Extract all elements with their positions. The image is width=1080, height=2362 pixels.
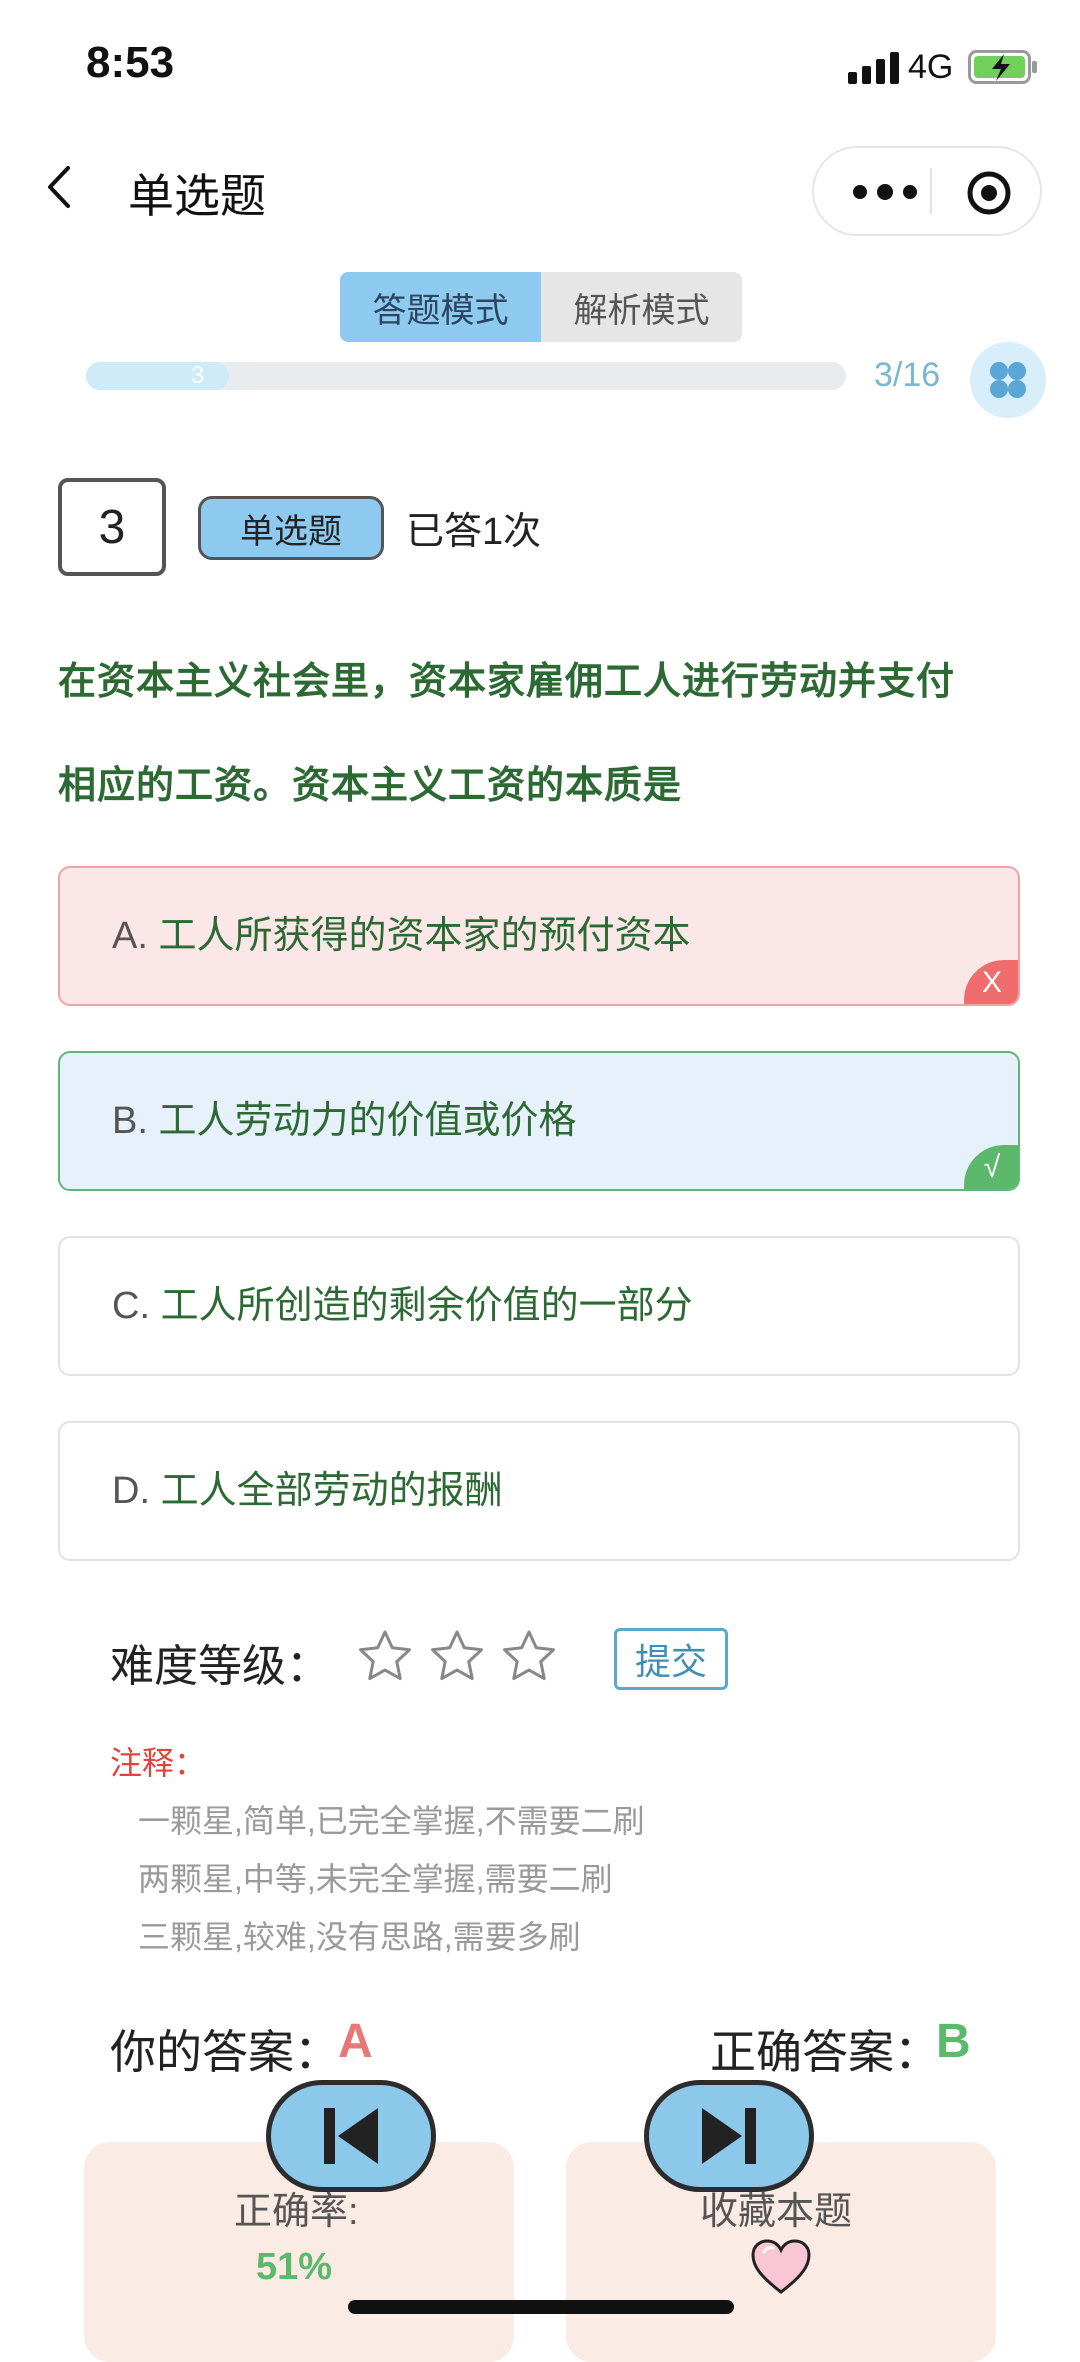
correct-answer-label: 正确答案： bbox=[710, 2026, 940, 2078]
option-text: 工人劳动力的价值或价格 bbox=[158, 1100, 577, 1142]
note-line: 一颗星,简单,已完全掌握,不需要二刷 bbox=[138, 1803, 645, 1839]
progress-count: 3/16 bbox=[874, 356, 941, 394]
question-number: 3 bbox=[58, 478, 166, 576]
question-type-badge: 单选题 bbox=[198, 496, 384, 560]
note-line: 三颗星,较难,没有思路,需要多刷 bbox=[138, 1919, 581, 1955]
option-c[interactable]: C. 工人所创造的剩余价值的一部分 bbox=[58, 1236, 1020, 1376]
your-answer-label: 你的答案： bbox=[110, 2026, 340, 2078]
accuracy-value: 51% bbox=[256, 2246, 333, 2288]
progress-fill bbox=[86, 362, 229, 390]
option-label: D. 工人全部劳动的报酬 bbox=[112, 1423, 503, 1559]
previous-question-button[interactable] bbox=[266, 2080, 436, 2192]
star-icon[interactable] bbox=[356, 1628, 414, 1686]
heart-icon[interactable] bbox=[750, 2238, 812, 2296]
option-text: 工人所创造的剩余价值的一部分 bbox=[160, 1285, 693, 1327]
note-line: 两颗星,中等,未完全掌握,需要二刷 bbox=[138, 1861, 613, 1897]
option-label: B. 工人劳动力的价值或价格 bbox=[112, 1053, 576, 1189]
next-question-button[interactable] bbox=[644, 2080, 814, 2192]
option-d[interactable]: D. 工人全部劳动的报酬 bbox=[58, 1421, 1020, 1561]
question-grid-button[interactable] bbox=[970, 342, 1046, 418]
skip-forward-icon bbox=[702, 2108, 756, 2164]
star-icon[interactable] bbox=[500, 1628, 558, 1686]
option-letter: A. bbox=[112, 915, 148, 957]
page-title: 单选题 bbox=[128, 170, 266, 222]
difficulty-label: 难度等级： bbox=[110, 1642, 330, 1691]
question-text: 在资本主义社会里，资本家雇佣工人进行劳动并支付 相应的工资。资本主义工资的本质是 bbox=[58, 630, 1018, 838]
close-target-icon[interactable] bbox=[966, 170, 1012, 216]
question-text-line: 相应的工资。资本主义工资的本质是 bbox=[58, 765, 683, 807]
miniprogram-capsule bbox=[812, 146, 1042, 236]
note-title: 注释： bbox=[110, 1745, 207, 1781]
option-a[interactable]: A. 工人所获得的资本家的预付资本 X bbox=[58, 866, 1020, 1006]
star-icon[interactable] bbox=[428, 1628, 486, 1686]
battery-charging-icon bbox=[968, 50, 1037, 84]
grid-icon bbox=[990, 362, 1026, 398]
home-indicator[interactable] bbox=[348, 2300, 734, 2314]
signal-icon bbox=[848, 52, 899, 84]
option-letter: B. bbox=[112, 1100, 148, 1142]
correct-answer-value: B bbox=[936, 2015, 971, 2068]
option-letter: D. bbox=[112, 1470, 150, 1512]
tab-answer-mode[interactable]: 答题模式 bbox=[340, 272, 541, 342]
capsule-divider bbox=[930, 168, 932, 214]
progress-bar: 3 bbox=[86, 362, 846, 390]
option-b[interactable]: B. 工人劳动力的价值或价格 √ bbox=[58, 1051, 1020, 1191]
progress-current: 3 bbox=[191, 362, 205, 389]
check-mark-icon: √ bbox=[964, 1145, 1018, 1189]
option-label: A. 工人所获得的资本家的预付资本 bbox=[112, 868, 690, 1004]
option-label: C. 工人所创造的剩余价值的一部分 bbox=[112, 1238, 693, 1374]
mode-switch: 答题模式 解析模式 bbox=[340, 272, 742, 342]
back-chevron-icon[interactable] bbox=[44, 162, 74, 212]
submit-button[interactable]: 提交 bbox=[614, 1628, 728, 1690]
your-answer-value: A bbox=[338, 2015, 373, 2068]
status-time: 8:53 bbox=[86, 38, 175, 87]
more-dots-icon[interactable] bbox=[850, 174, 920, 210]
tab-analysis-mode[interactable]: 解析模式 bbox=[541, 272, 742, 342]
wrong-mark-icon: X bbox=[964, 960, 1018, 1004]
question-text-line: 在资本主义社会里，资本家雇佣工人进行劳动并支付 bbox=[58, 661, 956, 703]
network-type: 4G bbox=[908, 48, 954, 86]
answered-count: 已答1次 bbox=[406, 511, 542, 553]
skip-back-icon bbox=[324, 2108, 378, 2164]
option-text: 工人所获得的资本家的预付资本 bbox=[158, 915, 691, 957]
option-text: 工人全部劳动的报酬 bbox=[160, 1470, 503, 1512]
option-letter: C. bbox=[112, 1285, 150, 1327]
